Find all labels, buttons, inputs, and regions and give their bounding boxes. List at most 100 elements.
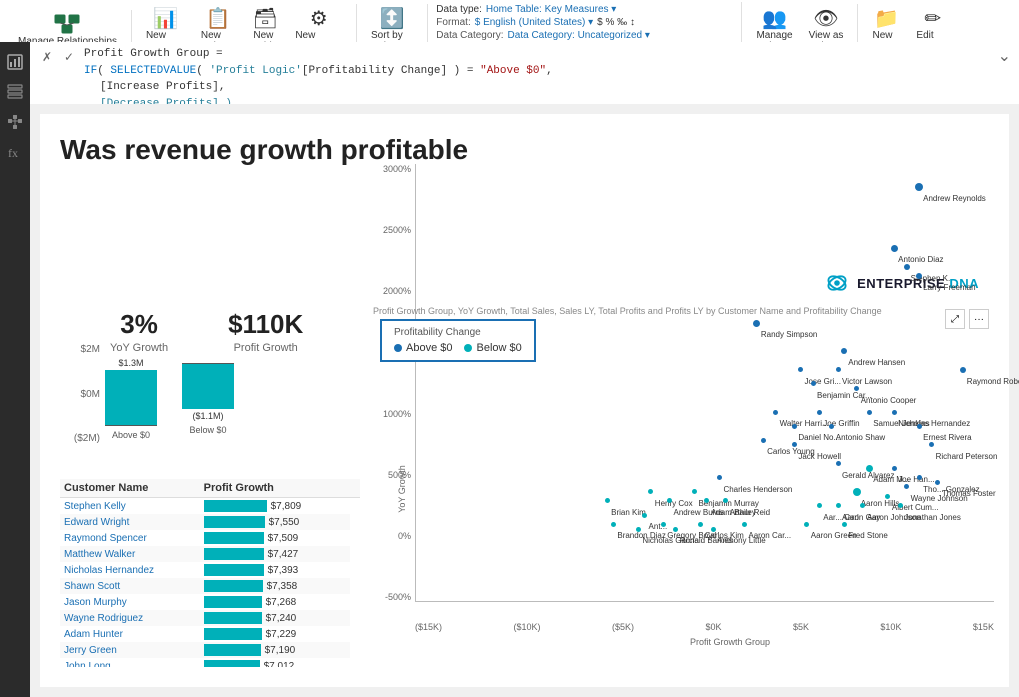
formula-cancel-button[interactable]: ✗	[38, 48, 56, 66]
legend-item-below: Below $0	[464, 342, 521, 354]
formula-text[interactable]: Profit Growth Group = IF( SELECTEDVALUE(…	[84, 46, 992, 112]
scatter-dot[interactable]	[642, 513, 647, 518]
cell-customer-name: Edward Wright	[60, 514, 200, 530]
table-row: Shawn Scott $7,358	[60, 578, 360, 594]
scatter-dot[interactable]	[836, 461, 841, 466]
scatter-dot[interactable]	[648, 489, 653, 494]
scatter-dot-label: Jose Gri...	[805, 377, 841, 386]
sidebar-dax-icon[interactable]: fx	[3, 140, 27, 164]
mini-bar	[204, 564, 264, 576]
legend-items: Above $0 Below $0	[394, 342, 522, 354]
bars-area: $1.3M Above $0 ($1.1M) Below $0	[105, 344, 234, 454]
scatter-dot-label: Henry Cox	[655, 499, 693, 508]
col-profit-growth: Profit Growth	[200, 479, 350, 498]
scatter-dot[interactable]	[605, 498, 610, 503]
scatter-dot[interactable]	[817, 503, 822, 508]
scatter-dot-label: Wayne Johnson	[911, 494, 968, 503]
x-axis-title: Profit Growth Group	[690, 637, 770, 647]
scatter-dot[interactable]	[636, 527, 641, 532]
scatter-dot[interactable]	[773, 410, 778, 415]
cell-customer-name: Stephen Kelly	[60, 498, 200, 515]
legend-label-above: Above $0	[406, 342, 452, 354]
scatter-dot[interactable]	[798, 367, 803, 372]
data-category-label: Data Category:	[436, 30, 503, 41]
scatter-dot[interactable]	[829, 424, 834, 429]
cell-profit-value: $7,012	[200, 658, 350, 667]
profit-value-text: $7,240	[266, 613, 297, 624]
scatter-dot[interactable]	[836, 367, 841, 372]
scatter-dot[interactable]	[904, 484, 909, 489]
scatter-dot[interactable]	[692, 489, 697, 494]
scatter-dot[interactable]	[866, 465, 873, 472]
scatter-dot[interactable]	[898, 503, 903, 508]
scatter-dot[interactable]	[804, 522, 809, 527]
scatter-plot[interactable]: Andrew ReynoldsAntonio DiazStephen K.Lar…	[370, 164, 994, 632]
scatter-dot[interactable]	[792, 424, 797, 429]
scatter-dot[interactable]	[661, 522, 666, 527]
bar-below-label-bottom: Below $0	[189, 425, 226, 435]
kpi-yoy-value: 3%	[120, 309, 158, 340]
profit-table: Customer Name Profit Growth Stephen Kell…	[60, 479, 360, 667]
scatter-dot[interactable]	[892, 410, 897, 415]
scatter-dot-label: Brian Kim	[611, 508, 646, 517]
formula-confirm-button[interactable]: ✓	[60, 48, 78, 66]
scatter-dot[interactable]	[842, 522, 847, 527]
scatter-dot[interactable]	[817, 410, 822, 415]
scatter-dot[interactable]	[717, 475, 722, 480]
cell-profit-value: $7,268	[200, 594, 350, 610]
scatter-dot[interactable]	[915, 183, 923, 191]
sidebar-model-icon[interactable]	[3, 110, 27, 134]
edit-groups-icon: ✏	[919, 6, 947, 30]
bar-cell: $7,809	[204, 500, 346, 512]
scatter-dot[interactable]	[891, 245, 898, 252]
home-table-value[interactable]: Home Table: Key Measures ▾	[486, 4, 616, 15]
scatter-dot-label: Jack Howell	[798, 452, 841, 461]
profit-value-text: $7,427	[268, 549, 299, 560]
cell-customer-name: Shawn Scott	[60, 578, 200, 594]
sidebar-data-icon[interactable]	[3, 80, 27, 104]
scatter-dot[interactable]	[853, 488, 861, 496]
mini-bar	[204, 612, 262, 624]
scatter-dot-label: Fred Stone	[848, 531, 888, 540]
sidebar-report-icon[interactable]	[3, 50, 27, 74]
scatter-dot[interactable]	[904, 264, 910, 270]
scatter-dot[interactable]	[711, 527, 716, 532]
scatter-dot-label: Arthur Reid	[730, 508, 770, 517]
scatter-dot[interactable]	[698, 522, 703, 527]
legend-dot-below	[464, 344, 472, 352]
scatter-dot-label: Charles Henderson	[723, 485, 792, 494]
bar-cell: $7,509	[204, 532, 346, 544]
mini-bar	[204, 596, 262, 608]
scatter-dot[interactable]	[753, 320, 760, 327]
scatter-dot-label: Andrew Hansen	[848, 358, 905, 367]
legend-title: Profitability Change	[394, 327, 522, 338]
scatter-dot[interactable]	[761, 438, 766, 443]
mini-bar	[204, 644, 261, 656]
scatter-dot[interactable]	[836, 503, 841, 508]
scatter-dot[interactable]	[892, 466, 897, 471]
scroll-header	[350, 479, 360, 498]
scatter-dot[interactable]	[841, 348, 847, 354]
formula-expand-button[interactable]: ⌄	[998, 46, 1011, 66]
scatter-dot[interactable]	[917, 424, 922, 429]
scatter-dot[interactable]	[867, 410, 872, 415]
scatter-dot[interactable]	[611, 522, 616, 527]
mini-bar	[204, 548, 264, 560]
scatter-dot[interactable]	[673, 527, 678, 532]
scatter-dot[interactable]	[742, 522, 747, 527]
scatter-dot[interactable]	[929, 442, 934, 447]
scatter-dot-label: Jonathan Jones	[904, 513, 961, 522]
y-label-bottom: ($2M)	[70, 433, 100, 444]
format-value[interactable]: $ English (United States) ▾	[475, 17, 593, 28]
data-category-value[interactable]: Data Category: Uncategorized ▾	[508, 30, 650, 41]
new-parameter-icon: ⚙	[305, 6, 333, 30]
table-row: Jason Murphy $7,268	[60, 594, 360, 610]
cell-profit-value: $7,240	[200, 610, 350, 626]
scatter-dot[interactable]	[960, 367, 966, 373]
profit-value-text: $7,229	[266, 629, 297, 640]
y-label-top: $2M	[70, 344, 100, 355]
legend-label-below: Below $0	[476, 342, 521, 354]
scatter-dot[interactable]	[917, 475, 922, 480]
data-category-row: Data Category: Data Category: Uncategori…	[436, 30, 733, 41]
profit-value-text: $7,268	[266, 597, 297, 608]
